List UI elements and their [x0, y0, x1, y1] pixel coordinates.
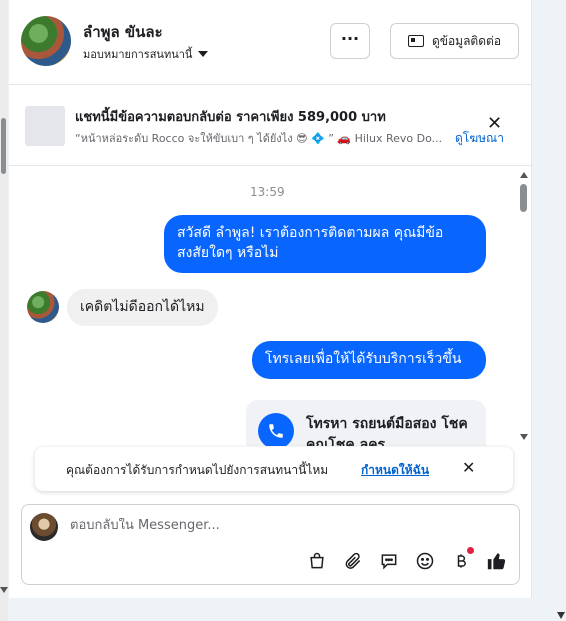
left-scrollbar-thumb[interactable] [1, 118, 6, 174]
left-scrollbar[interactable] [0, 0, 8, 621]
thread-scrollbar[interactable] [519, 166, 529, 446]
contact-name[interactable]: ลำพูล ขันละ [83, 20, 163, 44]
notification-text: คุณต้องการได้รับการกำหนดไปยังการสนทนานี้… [66, 463, 329, 477]
ad-subtitle: “หน้าหล่อระดับ Rocco จะให้ขับเบา ๆ ได้ยั… [75, 132, 443, 145]
thumbs-up-icon[interactable] [486, 550, 508, 572]
outgoing-message[interactable]: โทรเลยเพื่อให้ได้รับบริการเร็วขึ้น [252, 341, 486, 379]
ad-banner: แชทนี้มีข้อความตอบกลับต่อ ราคาเพียง 589,… [9, 85, 531, 166]
ad-thumbnail [25, 106, 65, 146]
close-icon[interactable]: ✕ [487, 115, 502, 133]
call-card-title: โทรหา รถยนต์มือสอง โชคคูณโชค ลคร [306, 416, 468, 446]
ad-title: แชทนี้มีข้อความตอบกลับต่อ ราคาเพียง 589,… [75, 110, 386, 125]
assign-to-me-link[interactable]: กำหนดให้ฉัน [361, 461, 429, 480]
right-scrollbar[interactable] [556, 0, 566, 621]
paperclip-icon[interactable] [342, 550, 364, 572]
phone-icon [258, 413, 294, 446]
close-icon[interactable]: ✕ [462, 460, 475, 476]
outgoing-message[interactable]: สวัสดี ลำพูล! เราต้องการติดตามผล คุณมีข้… [164, 215, 486, 273]
scroll-down-arrow-icon[interactable] [557, 612, 565, 619]
contact-card-icon [407, 35, 424, 47]
scroll-down-arrow-icon[interactable] [520, 434, 528, 440]
incoming-message[interactable]: เคดิตไม่ดีออกได้ไหม [67, 289, 218, 326]
scroll-down-arrow-icon[interactable] [0, 587, 8, 593]
more-options-button[interactable]: ··· [330, 23, 370, 59]
notification-dot [467, 547, 474, 554]
baht-icon[interactable] [450, 547, 474, 572]
bag-icon[interactable] [306, 550, 328, 572]
reply-input[interactable] [70, 518, 490, 533]
caret-down-icon [198, 51, 209, 57]
contact-avatar[interactable] [21, 16, 71, 66]
composer-toolbar [306, 547, 508, 572]
view-contact-info-button[interactable]: ดูข้อมูลติดต่อ [390, 23, 519, 59]
conversation-header: ลำพูล ขันละ มอบหมายการสนทนานี้ ··· ดูข้อ… [9, 0, 531, 85]
chat-icon[interactable] [378, 550, 400, 572]
assign-dropdown[interactable]: มอบหมายการสนทนานี้ [83, 45, 209, 63]
scroll-up-arrow-icon[interactable] [520, 172, 528, 178]
contact-avatar-small [27, 291, 59, 323]
message-timestamp: 13:59 [250, 185, 285, 199]
page-avatar [30, 513, 58, 541]
conversation-panel: ลำพูล ขันละ มอบหมายการสนทนานี้ ··· ดูข้อ… [9, 0, 532, 598]
message-composer [21, 504, 520, 585]
call-button-card[interactable]: โทรหา รถยนต์มือสอง โชคคูณโชค ลคร [246, 400, 486, 446]
thread-scrollbar-thumb[interactable] [520, 184, 527, 212]
message-thread[interactable]: 13:59 สวัสดี ลำพูล! เราต้องการติดตามผล ค… [9, 166, 531, 446]
assign-notification: คุณต้องการได้รับการกำหนดไปยังการสนทนานี้… [35, 447, 513, 491]
emoji-icon[interactable] [414, 550, 436, 572]
assign-label: มอบหมายการสนทนานี้ [83, 48, 193, 61]
view-contact-info-label: ดูข้อมูลติดต่อ [431, 33, 502, 48]
